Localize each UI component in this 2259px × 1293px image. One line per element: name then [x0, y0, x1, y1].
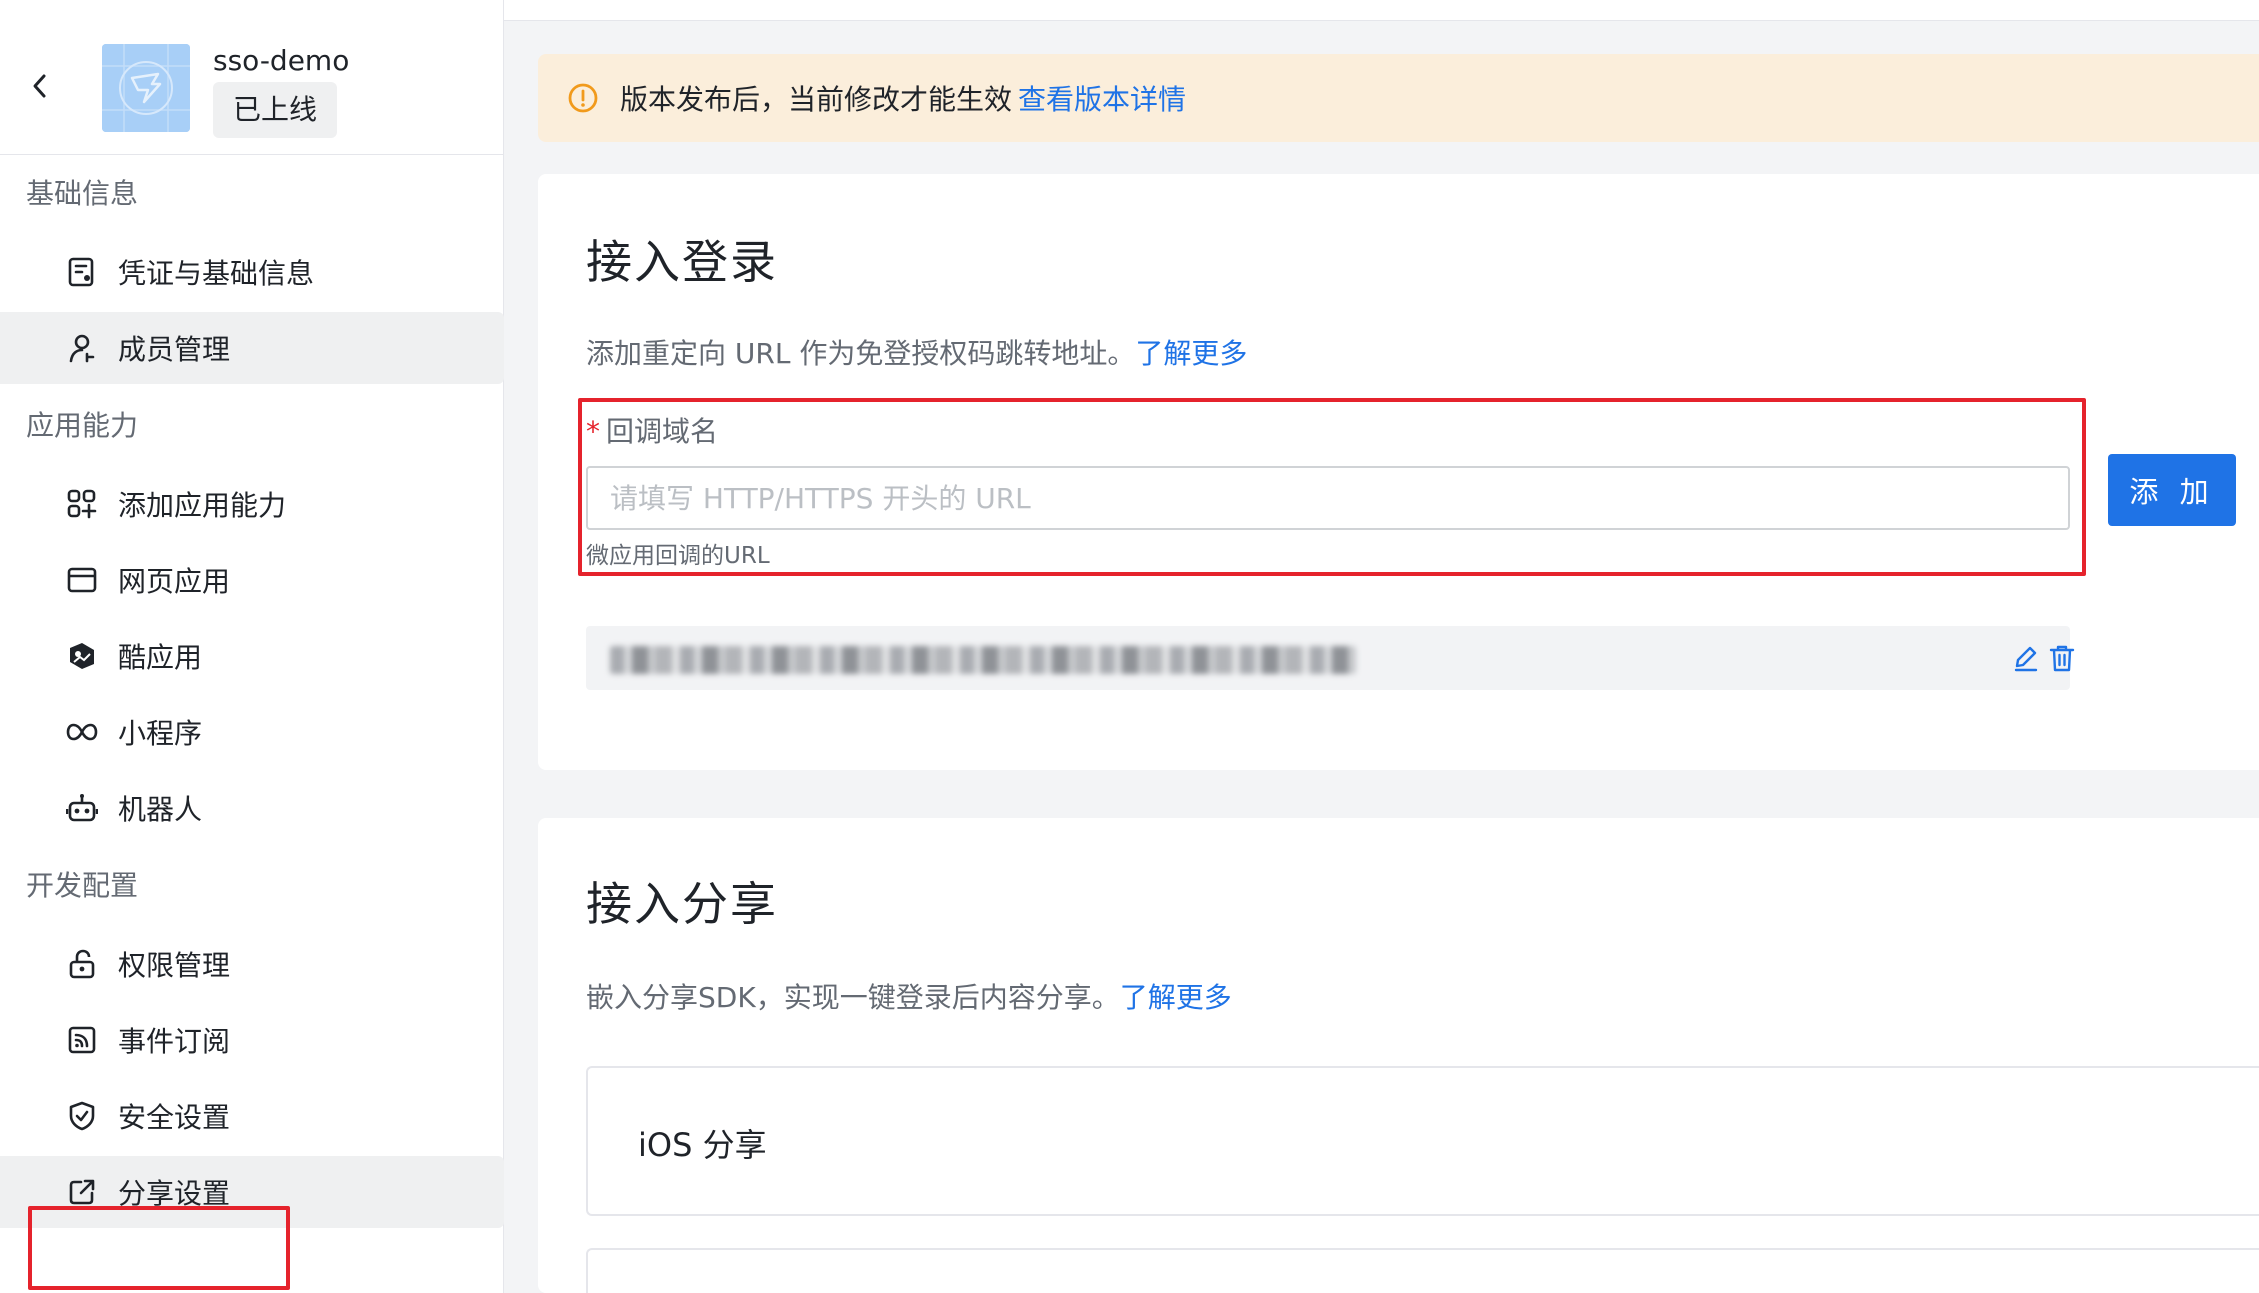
edit-icon[interactable] — [2010, 642, 2042, 674]
rss-icon — [64, 1022, 100, 1058]
sidebar-item-permissions[interactable]: 权限管理 — [0, 928, 504, 1000]
robot-icon — [64, 790, 100, 826]
app-header: sso-demo 已上线 — [0, 0, 503, 155]
shield-icon — [64, 1098, 100, 1134]
next-share-panel[interactable] — [586, 1248, 2259, 1293]
group-title-dev-config: 开发配置 — [26, 869, 139, 902]
share-card-title: 接入分享 — [586, 877, 778, 931]
group-title-basic: 基础信息 — [26, 177, 139, 210]
sidebar-item-members[interactable]: 成员管理 — [0, 312, 504, 384]
share-card: 接入分享 嵌入分享SDK，实现一键登录后内容分享。了解更多 iOS 分享 — [538, 818, 2259, 1293]
callback-field-label-text: 回调域名 — [606, 415, 719, 448]
sidebar-item-label: 添加应用能力 — [118, 489, 287, 522]
app-root: sso-demo 已上线 基础信息 凭证与基础信息 成员管理 应用能力 添加应用… — [0, 0, 2259, 1293]
sidebar-item-cool-app[interactable]: 酷应用 — [0, 620, 504, 692]
callback-url-input[interactable] — [586, 466, 2070, 530]
release-notice: 版本发布后，当前修改才能生效 查看版本详情 — [538, 54, 2259, 142]
login-learn-more-link[interactable]: 了解更多 — [1135, 337, 1247, 370]
view-version-link[interactable]: 查看版本详情 — [1018, 78, 1186, 118]
sidebar-item-label: 机器人 — [118, 793, 203, 826]
ios-share-title: iOS 分享 — [638, 1126, 767, 1164]
share-card-desc: 嵌入分享SDK，实现一键登录后内容分享。了解更多 — [586, 976, 1232, 1016]
required-mark: * — [586, 415, 600, 448]
dingtalk-logo-icon — [102, 44, 190, 132]
credential-icon — [64, 254, 100, 290]
ios-share-panel[interactable]: iOS 分享 — [586, 1066, 2259, 1216]
status-badge: 已上线 — [213, 82, 338, 138]
sidebar-nav: 基础信息 凭证与基础信息 成员管理 应用能力 添加应用能力 网页应用 酷应用 小… — [0, 156, 504, 1232]
sidebar-item-web-app[interactable]: 网页应用 — [0, 544, 504, 616]
callback-field-help: 微应用回调的URL — [586, 543, 770, 569]
sidebar-item-robot[interactable]: 机器人 — [0, 772, 504, 844]
sidebar-item-mini-program[interactable]: 小程序 — [0, 696, 504, 768]
login-card: 接入登录 添加重定向 URL 作为免登授权码跳转地址。了解更多 *回调域名 微应… — [538, 174, 2259, 770]
trash-icon[interactable] — [2046, 642, 2078, 674]
sidebar-item-event-subscription[interactable]: 事件订阅 — [0, 1004, 504, 1076]
sidebar-item-label: 分享设置 — [118, 1177, 231, 1210]
share-external-icon — [64, 1174, 100, 1210]
chevron-left-icon — [33, 74, 46, 98]
login-desc-text: 添加重定向 URL 作为免登授权码跳转地址。 — [586, 337, 1136, 370]
mini-program-icon — [64, 714, 100, 750]
sidebar-item-label: 成员管理 — [118, 333, 231, 366]
sidebar-item-label: 网页应用 — [118, 565, 231, 598]
sidebar-item-security[interactable]: 安全设置 — [0, 1080, 504, 1152]
sidebar-item-share-settings[interactable]: 分享设置 — [0, 1156, 504, 1228]
sidebar: sso-demo 已上线 基础信息 凭证与基础信息 成员管理 应用能力 添加应用… — [0, 0, 504, 1293]
top-bar — [504, 0, 2259, 21]
sidebar-item-label: 小程序 — [118, 717, 203, 750]
sidebar-item-label: 权限管理 — [118, 949, 231, 982]
user-icon — [64, 330, 100, 366]
sidebar-item-label: 凭证与基础信息 — [118, 257, 315, 290]
callback-field-label: * 回调域名 — [586, 410, 718, 450]
sidebar-item-label: 酷应用 — [118, 641, 203, 674]
app-logo — [102, 44, 190, 132]
apps-add-icon — [64, 486, 100, 522]
unlock-icon — [64, 946, 100, 982]
sidebar-item-label: 事件订阅 — [118, 1025, 231, 1058]
login-card-title: 接入登录 — [586, 235, 778, 289]
browser-icon — [64, 562, 100, 598]
cool-app-icon — [64, 638, 100, 674]
callback-url-row — [586, 626, 2075, 690]
notice-text: 版本发布后，当前修改才能生效 — [620, 83, 1013, 116]
app-name: sso-demo — [213, 44, 350, 77]
sidebar-item-add-capability[interactable]: 添加应用能力 — [0, 468, 504, 540]
back-button[interactable] — [22, 68, 58, 104]
share-learn-more-link[interactable]: 了解更多 — [1120, 981, 1232, 1014]
share-desc-text: 嵌入分享SDK，实现一键登录后内容分享。 — [586, 981, 1120, 1014]
add-button[interactable]: 添 加 — [2108, 454, 2236, 526]
sidebar-item-label: 安全设置 — [118, 1101, 231, 1134]
sidebar-item-credentials[interactable]: 凭证与基础信息 — [0, 236, 504, 308]
warning-circle-icon — [568, 83, 598, 113]
group-title-capabilities: 应用能力 — [26, 409, 139, 442]
redacted-url — [610, 646, 1356, 674]
login-card-desc: 添加重定向 URL 作为免登授权码跳转地址。了解更多 — [586, 332, 1247, 372]
